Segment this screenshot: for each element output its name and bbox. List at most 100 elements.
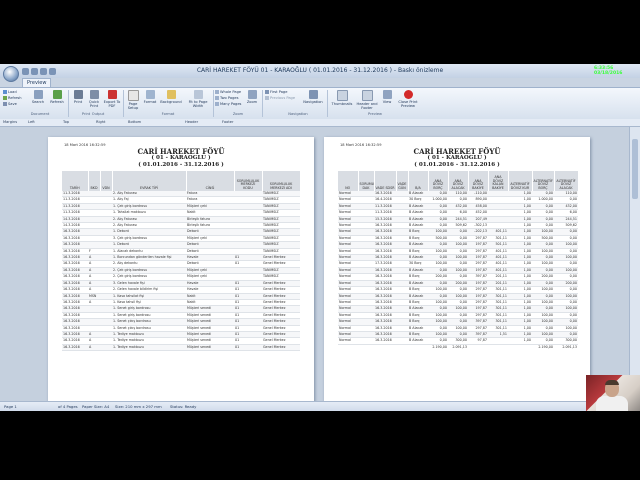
first-page-icon xyxy=(265,90,269,94)
quick-print-button[interactable]: Quick Print xyxy=(86,90,102,108)
page-size: Size: 210 mm x 297 mm xyxy=(115,404,162,409)
printer-icon xyxy=(73,90,83,99)
column-header: VADE SDSR xyxy=(374,171,397,191)
status-bar: Page 1 of 4 Pages Paper Size: A4 Size: 2… xyxy=(0,401,640,411)
total-cell: 2.190,00 xyxy=(428,343,448,351)
separator xyxy=(123,90,124,117)
group-label-document: Document xyxy=(30,112,50,116)
table-cell: Genel Merkez xyxy=(262,344,300,352)
view-button[interactable]: View xyxy=(379,90,395,104)
load-button[interactable]: Load xyxy=(3,90,17,95)
bottom-margin[interactable]: Bottom xyxy=(128,119,141,126)
current-page: Page 1 xyxy=(4,404,17,409)
page-count: of 4 Pages xyxy=(58,404,78,409)
separator xyxy=(327,90,328,117)
total-cell: 2.190,00 xyxy=(532,343,554,351)
first-page-button[interactable]: First Page xyxy=(265,90,287,95)
left-margin[interactable]: Left xyxy=(28,119,35,126)
report-table-left: TARİH BKD VDN EVRAK TİPİ CİNSİ SORUMLULUK MER… xyxy=(62,171,301,352)
report-table-right: NOSORUMLULUK DAKVADE SDSRVADE GÜNB/AANA … xyxy=(338,171,579,351)
table-cell xyxy=(100,344,112,352)
margins-bar: Margins Left Top Right Bottom Header Foo… xyxy=(0,119,640,127)
background-button[interactable]: Background xyxy=(159,90,183,104)
quick-print-icon xyxy=(89,90,99,99)
column-header: ANA DÖVİZ BORÇ xyxy=(428,171,449,191)
group-label-format: Format xyxy=(161,112,175,116)
close-print-preview-button[interactable]: Close Print Preview xyxy=(396,90,420,108)
close-icon xyxy=(403,90,413,99)
ribbon-tabs: Preview xyxy=(0,78,640,88)
column-header: SORUMLULUK MERKEZİ KODU xyxy=(234,171,263,191)
paper-size: Paper Size: A4 xyxy=(82,404,110,409)
total-cell: 2.091,13 xyxy=(554,343,578,351)
table-cell: 1. Tediye makbuzu xyxy=(112,344,186,352)
column-header: B/A xyxy=(408,171,429,191)
header-margin[interactable]: Header xyxy=(185,119,198,126)
total-cell xyxy=(508,343,532,351)
total-cell xyxy=(488,343,508,351)
table-cell: A xyxy=(88,344,100,352)
print-preview-window: CARİ HAREKET FÖYÜ 01 - KARAOĞLU ( 01.01.… xyxy=(0,64,640,411)
format-icon xyxy=(145,90,155,99)
whole-page-icon xyxy=(215,90,219,94)
page-setup-icon xyxy=(127,90,139,101)
column-header: BKD xyxy=(88,171,101,191)
preview-area: 18 Mart 2016 16:32:59 CARİ HAREKET FÖYÜ … xyxy=(0,127,629,405)
table-cell: 01 xyxy=(234,344,262,352)
whole-page-button[interactable]: Whole Page xyxy=(215,90,241,95)
column-header: ANA DÖVİZ BAKİYE xyxy=(468,171,489,191)
total-cell: 2.091,13 xyxy=(448,343,468,351)
table-cell: 16.3.2016 xyxy=(62,344,88,352)
page-setup-button[interactable]: Page Setup xyxy=(125,90,141,110)
refresh-large-icon xyxy=(52,90,62,99)
refresh-icon xyxy=(3,96,7,100)
report-period: ( 01.01.2016 - 31.12.2016 ) xyxy=(414,162,500,168)
column-header: SORUMLULUK DAK xyxy=(358,171,375,191)
scrollbar-thumb[interactable] xyxy=(632,139,638,199)
total-cell xyxy=(396,343,408,351)
thumbnails-button[interactable]: Thumbnails xyxy=(330,90,354,106)
margins-label: Margins xyxy=(3,120,18,124)
export-pdf-button[interactable]: Export To PDF xyxy=(103,90,121,108)
print-button[interactable]: Print xyxy=(71,90,85,104)
format-button[interactable]: Format xyxy=(142,90,158,104)
fit-width-icon xyxy=(193,90,203,99)
vertical-scrollbar[interactable] xyxy=(629,127,640,401)
presenter-hair xyxy=(605,380,619,385)
search-button[interactable]: Search xyxy=(30,90,46,104)
navigation-icon xyxy=(308,90,318,99)
report-period: ( 01.01.2016 - 31.12.2016 ) xyxy=(138,162,224,168)
column-header: EVRAK TİPİ xyxy=(112,171,187,191)
save-button[interactable]: Save xyxy=(3,102,17,107)
navigation-button[interactable]: Navigation xyxy=(302,90,324,104)
table-row: 16.3.2016 A 1. Tediye makbuzu Müşteri sened… xyxy=(62,344,300,352)
background-icon xyxy=(166,90,176,99)
status-text: Status: Ready xyxy=(170,404,197,409)
previous-page-button[interactable]: Previous Page xyxy=(265,96,295,101)
separator xyxy=(262,90,263,117)
total-cell xyxy=(338,343,358,351)
fit-to-page-width-button[interactable]: Fit to Page Width xyxy=(185,90,211,108)
footer-margin[interactable]: Footer xyxy=(222,119,233,126)
column-header: TARİH xyxy=(62,171,89,191)
many-pages-button[interactable]: Many Pages xyxy=(215,102,241,107)
load-icon xyxy=(3,90,7,94)
column-header: VADE GÜN xyxy=(396,171,409,191)
column-header: ALTERNATİF DÖVİZ ALACAK xyxy=(554,171,579,191)
total-cell xyxy=(408,343,428,351)
two-pages-button[interactable]: Two Pages xyxy=(215,96,238,101)
column-header: NO xyxy=(338,171,359,191)
window-title: CARİ HAREKET FÖYÜ 01 - KARAOĞLU ( 01.01.… xyxy=(196,67,444,74)
pdf-icon xyxy=(107,90,117,99)
view-icon xyxy=(382,90,392,99)
refresh-large-button[interactable]: Refresh xyxy=(48,90,66,104)
header-footer-button[interactable]: Header and Footer xyxy=(356,90,378,110)
separator xyxy=(213,90,214,117)
zoom-button[interactable]: Zoom xyxy=(245,90,259,104)
column-header: VDN xyxy=(100,171,113,191)
right-margin[interactable]: Right xyxy=(96,119,105,126)
thumbnails-icon xyxy=(336,90,348,101)
refresh-button[interactable]: Refresh xyxy=(3,96,22,101)
report-subtitle: ( 01 - KARAOGLU ) xyxy=(151,155,211,161)
top-margin[interactable]: Top xyxy=(63,119,69,126)
